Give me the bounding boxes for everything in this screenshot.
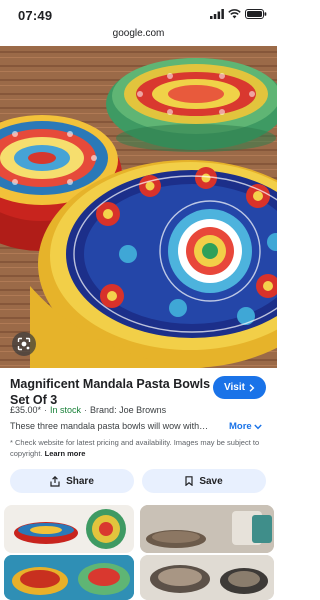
related-image[interactable] <box>140 505 274 553</box>
share-button[interactable]: Share <box>10 469 134 493</box>
status-time: 07:49 <box>18 8 53 23</box>
status-icons <box>210 9 267 19</box>
chevron-down-icon <box>253 424 262 429</box>
more-button[interactable]: More <box>229 421 262 432</box>
brand: Brand: Joe Browns <box>90 405 167 415</box>
url-text: google.com <box>112 28 165 39</box>
price: £35.00* <box>10 405 42 415</box>
related-images <box>0 505 277 600</box>
disclaimer: * Check website for latest pricing and a… <box>10 437 268 459</box>
related-image[interactable] <box>4 555 134 600</box>
product-title[interactable]: Magnificent Mandala Pasta Bowls Set Of 3 <box>10 376 215 408</box>
visit-label: Visit <box>224 382 245 393</box>
wifi-icon <box>228 9 241 19</box>
share-icon <box>50 475 60 487</box>
more-label: More <box>229 421 252 432</box>
lens-search-button[interactable] <box>12 332 36 356</box>
stock-status: In stock <box>50 405 82 415</box>
product-meta: £35.00* · In stock · Brand: Joe Browns <box>10 405 166 415</box>
product-image[interactable] <box>0 46 277 368</box>
related-image[interactable] <box>140 555 274 600</box>
save-button[interactable]: Save <box>142 469 266 493</box>
related-image[interactable] <box>4 505 134 553</box>
visit-button[interactable]: Visit <box>213 376 266 399</box>
separator-dot: · <box>84 405 88 415</box>
status-bar: 07:49 <box>0 0 277 28</box>
save-label: Save <box>199 475 223 487</box>
url-bar[interactable]: google.com <box>0 28 277 46</box>
separator-dot: · <box>44 405 48 415</box>
product-image-illustration <box>0 46 277 368</box>
signal-icon <box>210 9 224 19</box>
chevron-right-icon <box>249 383 255 392</box>
bookmark-icon <box>185 476 193 486</box>
share-label: Share <box>66 475 94 487</box>
battery-icon <box>245 9 267 19</box>
lens-icon <box>17 337 31 351</box>
product-description: These three mandala pasta bowls will wow… <box>10 421 209 431</box>
learn-more-link[interactable]: Learn more <box>45 449 86 458</box>
